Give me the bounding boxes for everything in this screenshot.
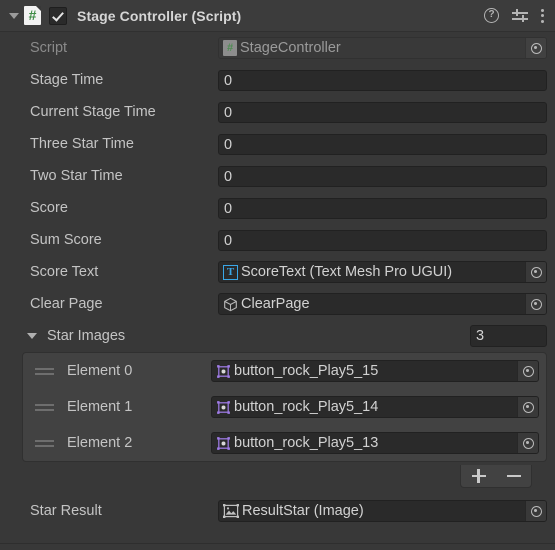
clear-page-object-field[interactable]: ClearPage [218, 293, 547, 315]
object-picker-button[interactable] [517, 433, 538, 453]
star-result-object-field[interactable]: ResultStar (Image) [218, 500, 547, 522]
array-label: Star Images [47, 328, 126, 344]
property-row-sum-score: Sum Score 0 [0, 224, 555, 256]
list-item[interactable]: Element 1 button_rock_Play5_14 [23, 389, 546, 425]
list-footer [0, 462, 555, 488]
sprite-icon [216, 436, 231, 451]
component-inspector-stage-controller: Stage Controller (Script) Script StageCo… [0, 0, 555, 550]
sprite-icon [216, 400, 231, 415]
property-label: Score [30, 200, 68, 216]
property-label: Clear Page [30, 296, 103, 312]
score-text-object-field[interactable]: ScoreText (Text Mesh Pro UGUI) [218, 261, 547, 283]
component-header[interactable]: Stage Controller (Script) [0, 0, 555, 32]
list-item-label: Element 2 [67, 435, 133, 451]
component-enabled-checkbox[interactable] [49, 6, 67, 25]
properties-body: Script StageController Stage Time 0 Curr… [0, 32, 555, 527]
two-star-time-input[interactable]: 0 [218, 165, 547, 187]
property-label: Three Star Time [30, 136, 134, 152]
help-icon[interactable] [484, 8, 499, 23]
element-1-object-field[interactable]: button_rock_Play5_14 [211, 396, 539, 418]
list-item-label: Element 1 [67, 399, 133, 415]
score-input[interactable]: 0 [218, 197, 547, 219]
header-icon-group [484, 8, 545, 24]
image-component-icon [223, 504, 239, 518]
element-2-object-field[interactable]: button_rock_Play5_13 [211, 432, 539, 454]
list-item[interactable]: Element 2 button_rock_Play5_13 [23, 425, 546, 461]
csharp-script-icon [223, 40, 237, 56]
property-row-star-result: Star Result ResultStar (Image) [0, 495, 555, 527]
property-row-stage-time: Stage Time 0 [0, 64, 555, 96]
property-row-score: Score 0 [0, 192, 555, 224]
kebab-menu-icon[interactable] [541, 8, 545, 24]
component-title: Stage Controller (Script) [77, 7, 242, 24]
object-field-value: StageController [240, 39, 341, 56]
three-star-time-input[interactable]: 0 [218, 133, 547, 155]
object-picker-button[interactable] [525, 294, 546, 314]
object-field-value: button_rock_Play5_13 [234, 434, 379, 451]
property-row-three-star-time: Three Star Time 0 [0, 128, 555, 160]
property-label: Current Stage Time [30, 104, 156, 120]
property-label: Score Text [30, 264, 99, 280]
property-row-score-text: Score Text ScoreText (Text Mesh Pro UGUI… [0, 256, 555, 288]
property-label: Script [30, 40, 68, 56]
property-label: Stage Time [30, 72, 104, 88]
property-label: Star Result [30, 503, 102, 519]
list-item[interactable]: Element 0 button_rock_Play5_15 [23, 353, 546, 389]
csharp-script-icon [24, 6, 41, 25]
property-row-clear-page: Clear Page ClearPage [0, 288, 555, 320]
property-label: Sum Score [30, 232, 102, 248]
list-footer-buttons [460, 465, 532, 488]
reorderable-list-star-images: Element 0 button_rock_Play5_15 Element 1… [22, 352, 547, 462]
object-picker-button[interactable] [517, 397, 538, 417]
object-picker-button[interactable] [525, 262, 546, 282]
script-object-field[interactable]: StageController [218, 37, 547, 59]
current-stage-time-input[interactable]: 0 [218, 101, 547, 123]
property-label: Two Star Time [30, 168, 123, 184]
gameobject-cube-icon [223, 297, 238, 312]
object-field-value: button_rock_Play5_14 [234, 398, 379, 415]
drag-handle-icon[interactable] [32, 364, 58, 378]
add-element-button[interactable] [468, 467, 490, 485]
bottom-divider [0, 543, 555, 544]
drag-handle-icon[interactable] [32, 400, 58, 414]
preset-icon[interactable] [512, 8, 528, 23]
array-header-star-images[interactable]: Star Images 3 [0, 320, 555, 352]
stage-time-input[interactable]: 0 [218, 69, 547, 91]
object-picker-button[interactable] [525, 38, 546, 58]
list-item-label: Element 0 [67, 363, 133, 379]
property-row-current-stage-time: Current Stage Time 0 [0, 96, 555, 128]
object-field-value: ResultStar (Image) [242, 502, 364, 519]
array-size-input[interactable]: 3 [470, 325, 547, 347]
object-field-value: ScoreText (Text Mesh Pro UGUI) [241, 263, 453, 280]
element-0-object-field[interactable]: button_rock_Play5_15 [211, 360, 539, 382]
sprite-icon [216, 364, 231, 379]
textmeshpro-icon [223, 264, 238, 280]
array-foldout-triangle-icon[interactable] [26, 329, 40, 343]
object-field-value: button_rock_Play5_15 [234, 362, 379, 379]
object-picker-button[interactable] [517, 361, 538, 381]
property-row-script: Script StageController [0, 32, 555, 64]
remove-element-button[interactable] [503, 467, 525, 485]
sum-score-input[interactable]: 0 [218, 229, 547, 251]
object-field-value: ClearPage [241, 295, 310, 312]
drag-handle-icon[interactable] [32, 436, 58, 450]
component-foldout-triangle-icon[interactable] [6, 8, 22, 24]
property-row-two-star-time: Two Star Time 0 [0, 160, 555, 192]
object-picker-button[interactable] [525, 501, 546, 521]
